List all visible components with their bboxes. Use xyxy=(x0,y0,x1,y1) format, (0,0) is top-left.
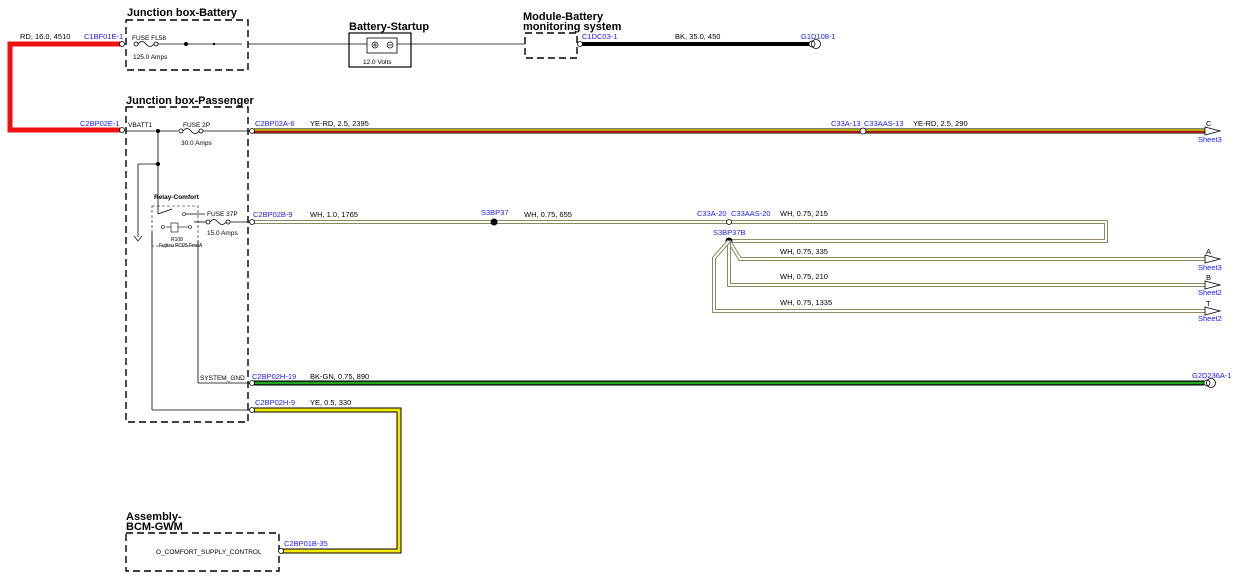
junction-dot xyxy=(184,42,188,46)
connector-pin xyxy=(249,380,255,386)
wire-label-ye-rd-right: YE-RD, 2.5, 290 xyxy=(913,119,968,128)
wire-label-wh-210: WH, 0.75, 210 xyxy=(780,272,828,281)
wire-label-wh-215: WH, 0.75, 215 xyxy=(780,209,828,218)
wire-label-wh-1335: WH, 0.75, 1335 xyxy=(780,298,832,307)
junction-box-passenger-title: Junction box-Passenger xyxy=(126,95,254,107)
relay-switch-icon xyxy=(157,206,205,233)
wire-ye-border xyxy=(254,407,402,554)
bcm-title-2: BCM-GWM xyxy=(126,521,183,533)
connector-c2bp02a: C2BP02A-6 xyxy=(255,119,295,128)
wire-label-wh-335: WH, 0.75, 335 xyxy=(780,247,828,256)
offsheet-arrow-icon xyxy=(1204,126,1222,136)
offsheet-a-letter: A xyxy=(1206,247,1211,256)
connector-c33a13: C33A-13 xyxy=(831,119,861,128)
wire-rd-16 xyxy=(7,41,122,133)
fuse-2p-label: FUSE 2P xyxy=(183,122,210,129)
fuse-fl58-label: FUSE FL58 xyxy=(132,35,166,42)
connector-c2bp02h9: C2BP02H-9 xyxy=(255,398,295,407)
offsheet-t-sheet: Sheet2 xyxy=(1198,314,1222,323)
relay-comfort-label: Relay-Comfort xyxy=(154,194,200,201)
connector-g1d108: G1D108-1 xyxy=(801,32,836,41)
connector-c33aas13: C33AAS-13 xyxy=(864,119,904,128)
inline-connector xyxy=(859,127,867,135)
battery-icon xyxy=(366,37,398,54)
wire-label-bk-35: BK, 35.0, 450 xyxy=(675,32,720,41)
offsheet-b-sheet: Sheet2 xyxy=(1198,288,1222,297)
connector-c2bp01b: C2BP01B-35 xyxy=(284,539,328,548)
connector-c33aas20: C33AAS-20 xyxy=(731,209,771,218)
wire-label-rd-16: RD, 16.0, 4510 xyxy=(20,32,70,41)
fuse-37p-icon xyxy=(205,219,231,225)
wiring-diagram: Junction box-Battery FUSE FL58 125.0 Amp… xyxy=(0,0,1239,581)
relay-description: Fujitsu PC05 FmnA xyxy=(159,243,203,249)
connector-pin xyxy=(119,41,125,47)
offsheet-t-letter: T xyxy=(1206,299,1211,308)
connector-pin xyxy=(119,127,125,133)
junction-box-battery-title: Junction box-Battery xyxy=(127,7,238,19)
splice-s3bp37 xyxy=(490,218,498,226)
wire-label-wh-655: WH, 0.75, 655 xyxy=(524,210,572,219)
offsheet-arrow-icon xyxy=(1204,254,1222,264)
fuse-fl58-icon xyxy=(133,41,159,47)
connector-c33a20: C33A-20 xyxy=(697,209,727,218)
inline-connector xyxy=(726,219,732,225)
offsheet-b-letter: B xyxy=(1206,273,1211,282)
offsheet-a-sheet: Sheet3 xyxy=(1198,263,1222,272)
junction-dot xyxy=(212,42,216,46)
connector-pin xyxy=(249,219,255,225)
connector-s3bp37b: S3BP37B xyxy=(713,228,746,237)
connector-c1bf01e: C1BF01E-1 xyxy=(84,32,123,41)
fuse-2p-icon xyxy=(178,128,204,134)
fuse-2p-rating: 30.0 Amps xyxy=(181,140,212,147)
connector-pin xyxy=(249,128,255,134)
connector-c2bp02h19: C2BP02H-19 xyxy=(252,372,296,381)
wire-label-ye-330: YE, 0.5, 330 xyxy=(310,398,351,407)
wire-label-bk-gn: BK-GN, 0.75, 890 xyxy=(310,372,369,381)
offsheet-c-sheet: Sheet3 xyxy=(1198,135,1222,144)
wire-label-wh-1765: WH, 1.0, 1765 xyxy=(310,210,358,219)
connector-c1dc03: C1DC03-1 xyxy=(582,32,617,41)
system-gnd-label: SYSTEM_GND xyxy=(200,375,245,382)
bcm-pin-label: O_COMFORT_SUPPLY_CONTROL xyxy=(156,549,262,556)
offsheet-c-letter: C xyxy=(1206,119,1212,128)
vbatt-label: VBATT1 xyxy=(128,122,152,129)
wire-wh-main xyxy=(254,220,1108,243)
connector-pin xyxy=(577,41,583,47)
connector-c2bp02b: C2BP02B-9 xyxy=(253,210,293,219)
battery-voltage: 12.0 Volts xyxy=(363,59,392,66)
connector-s3bp37: S3BP37 xyxy=(481,208,509,217)
connector-pin xyxy=(278,548,284,554)
wire-label-ye-rd-left: YE-RD, 2.5, 2395 xyxy=(310,119,369,128)
fuse-fl58-rating: 125.0 Amps xyxy=(133,54,168,61)
connector-pin xyxy=(249,407,255,413)
wiring-diagram-svg: Junction box-Battery FUSE FL58 125.0 Amp… xyxy=(7,7,1232,572)
wire-ye-330 xyxy=(254,408,401,553)
module-battery-monitoring-box xyxy=(524,32,578,59)
fuse-37p-rating: 15.0 Amps xyxy=(207,230,238,237)
battery-startup-title: Battery-Startup xyxy=(349,21,429,33)
connector-c2bp02e: C2BP02E-1 xyxy=(80,119,120,128)
fuse-37p-label: FUSE 37P xyxy=(207,211,238,218)
